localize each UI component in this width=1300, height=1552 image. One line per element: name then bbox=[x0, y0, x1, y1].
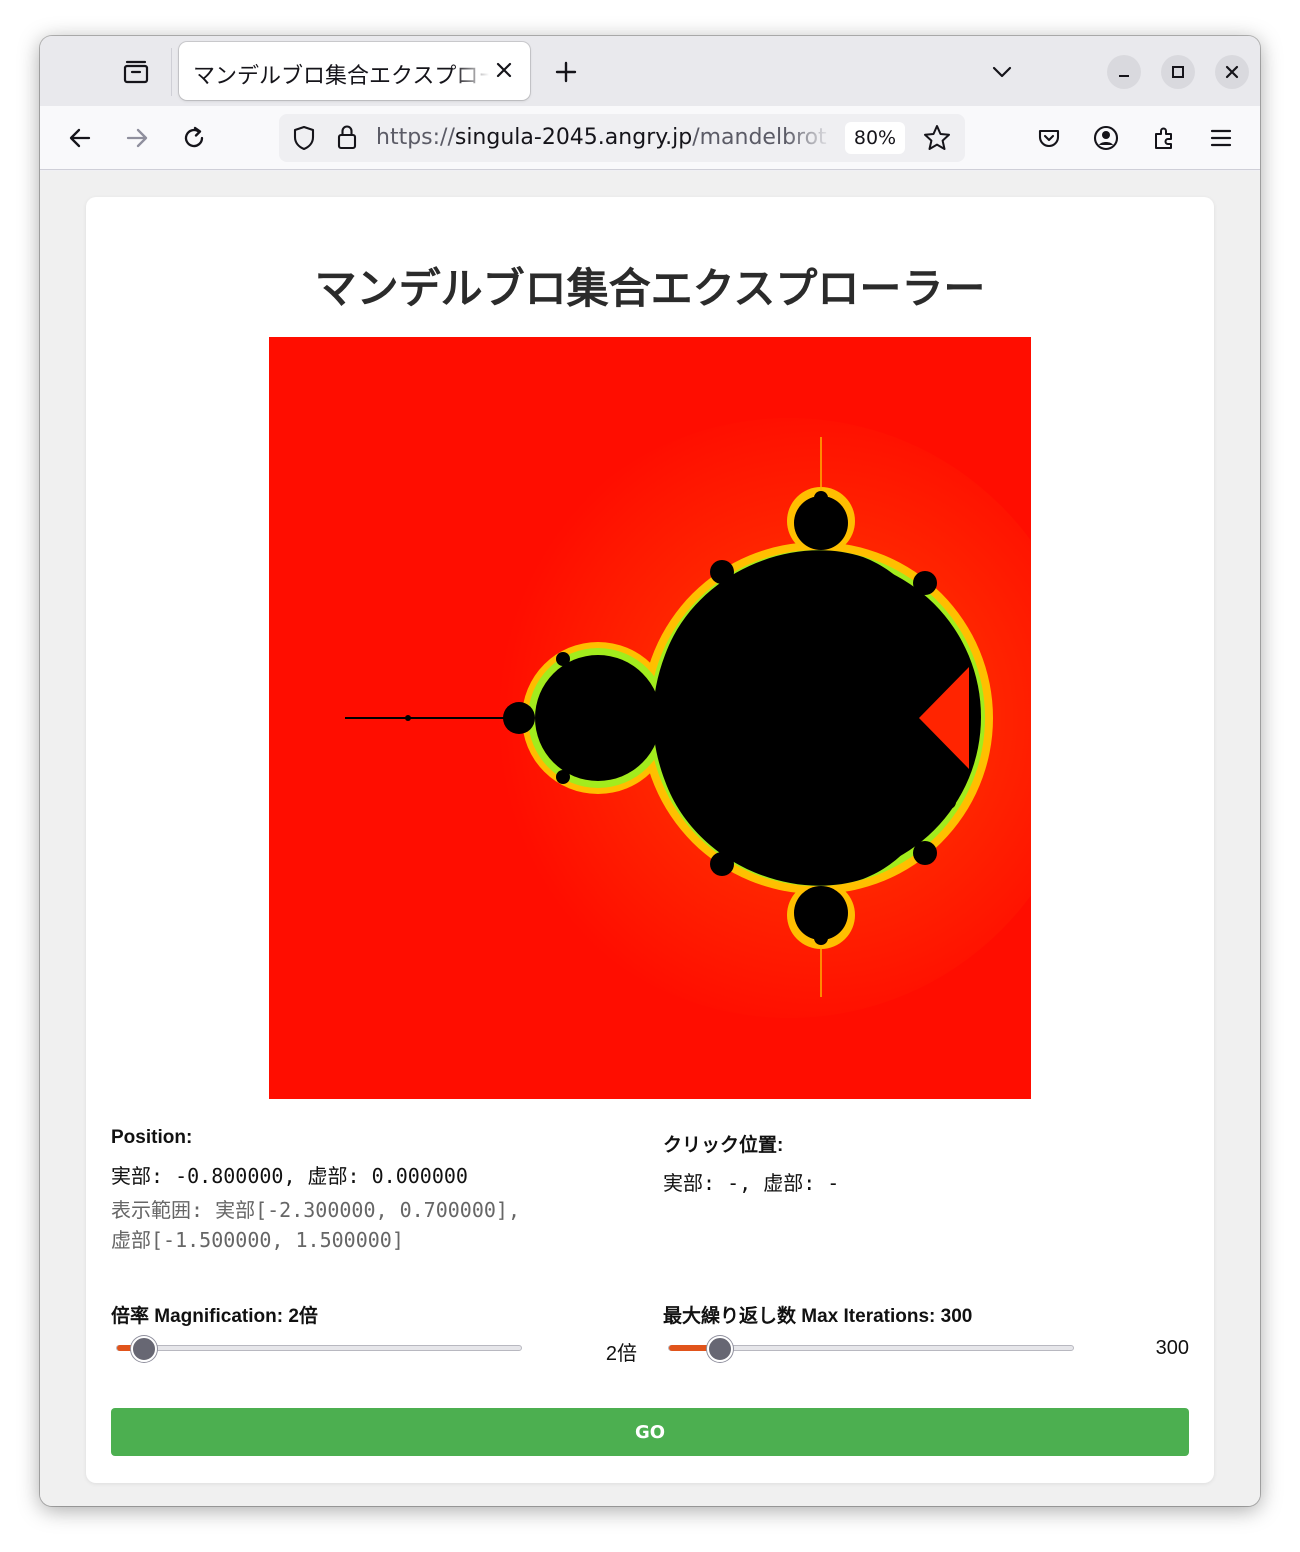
address-bar[interactable]: https://singula-2045.angry.jp/mandelbrot… bbox=[279, 114, 965, 162]
url-text[interactable]: https://singula-2045.angry.jp/mandelbrot bbox=[376, 125, 832, 150]
navigation-toolbar: https://singula-2045.angry.jp/mandelbrot… bbox=[40, 106, 1260, 170]
reload-icon[interactable] bbox=[172, 116, 216, 160]
extensions-puzzle-icon[interactable] bbox=[1142, 116, 1186, 160]
mandelbrot-canvas[interactable] bbox=[269, 337, 1031, 1099]
shield-icon[interactable] bbox=[291, 124, 317, 156]
page-viewport: マンデルブロ集合エクスプローラー Position: 実部: -0.800000… bbox=[40, 171, 1260, 1506]
page-title: マンデルブロ集合エクスプローラー bbox=[314, 264, 986, 313]
position-label: Position: bbox=[111, 1127, 193, 1148]
iterations-slider-fill bbox=[669, 1345, 710, 1351]
forward-arrow-icon[interactable] bbox=[115, 116, 159, 160]
browser-window: マンデルブロ集合エクスプローラー bbox=[40, 36, 1260, 1506]
pocket-icon[interactable] bbox=[1027, 116, 1071, 160]
go-button[interactable]: GO bbox=[111, 1408, 1189, 1456]
lock-icon[interactable] bbox=[335, 123, 359, 155]
chevron-down-icon[interactable] bbox=[982, 52, 1022, 92]
click-position-label: クリック位置: bbox=[663, 1135, 784, 1156]
iterations-slider-thumb[interactable] bbox=[707, 1336, 734, 1362]
click-position-value: 実部: -, 虚部: - bbox=[663, 1171, 840, 1195]
magnification-label: 倍率 Magnification: 2倍 bbox=[111, 1306, 318, 1327]
minimize-icon[interactable] bbox=[1107, 55, 1141, 89]
magnification-slider-thumb[interactable] bbox=[131, 1336, 158, 1362]
tab-list-icon[interactable] bbox=[116, 52, 156, 92]
new-tab-plus-icon[interactable] bbox=[546, 52, 586, 92]
active-tab[interactable]: マンデルブロ集合エクスプローラー bbox=[179, 42, 530, 100]
tab-strip: マンデルブロ集合エクスプローラー bbox=[40, 36, 1260, 106]
iterations-slider[interactable] bbox=[668, 1336, 1074, 1362]
tab-title: マンデルブロ集合エクスプローラー bbox=[193, 64, 489, 89]
tab-separator bbox=[171, 48, 172, 96]
mandelbrot-render bbox=[269, 337, 1031, 1099]
account-icon[interactable] bbox=[1084, 116, 1128, 160]
hamburger-menu-icon[interactable] bbox=[1199, 116, 1243, 160]
close-window-icon[interactable] bbox=[1215, 55, 1249, 89]
maximize-icon[interactable] bbox=[1161, 55, 1195, 89]
bookmark-star-icon[interactable] bbox=[922, 123, 952, 157]
zoom-level-badge[interactable]: 80% bbox=[845, 122, 905, 154]
iterations-value: 300 bbox=[1155, 1337, 1189, 1359]
magnification-slider[interactable] bbox=[116, 1336, 522, 1362]
iterations-label: 最大繰り返し数 Max Iterations: 300 bbox=[663, 1306, 973, 1327]
tab-close-icon[interactable] bbox=[490, 56, 518, 84]
view-range: 表示範囲: 実部[-2.300000, 0.700000], 虚部[-1.500… bbox=[111, 1198, 520, 1252]
position-value: 実部: -0.800000, 虚部: 0.000000 bbox=[111, 1164, 468, 1188]
magnification-value: 2倍 bbox=[605, 1343, 637, 1365]
explorer-card: マンデルブロ集合エクスプローラー Position: 実部: -0.800000… bbox=[86, 197, 1214, 1483]
back-arrow-icon[interactable] bbox=[58, 116, 102, 160]
